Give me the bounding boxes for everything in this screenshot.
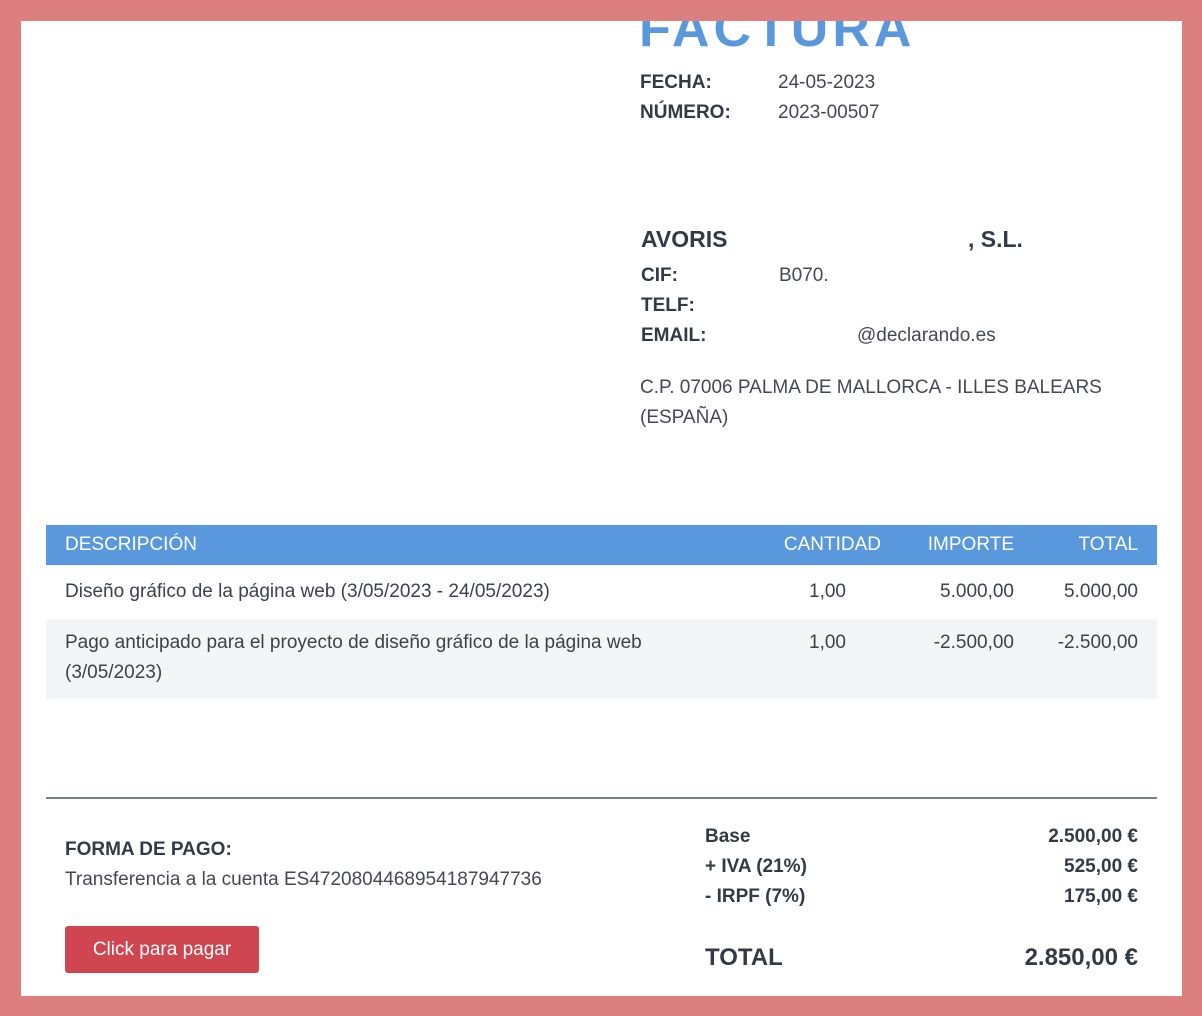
client-name-start: AVORIS	[641, 226, 728, 252]
date-value: 24-05-2023	[778, 72, 876, 93]
iva-label: + IVA (21%)	[705, 856, 807, 877]
base-label: Base	[705, 826, 751, 847]
row-total: -2.500,00	[1057, 632, 1138, 653]
line-items-table: DESCRIPCIÓN CANTIDAD IMPORTE TOTAL Diseñ…	[46, 525, 1157, 699]
invoice-title: FACTURA	[639, 21, 916, 58]
base-value: 2.500,00 €	[1048, 826, 1138, 847]
row-amount: 5.000,00	[940, 581, 1014, 602]
client-name-end: , S.L.	[968, 226, 1023, 252]
total-label: TOTAL	[705, 944, 783, 971]
email-value: @declarando.es	[857, 325, 996, 346]
column-header-quantity: CANTIDAD	[783, 534, 881, 555]
client-address: C.P. 07006 PALMA DE MALLORCA - ILLES BAL…	[640, 377, 1102, 428]
irpf-value: 175,00 €	[1064, 886, 1138, 907]
irpf-label: - IRPF (7%)	[705, 886, 806, 907]
cif-label: CIF:	[641, 265, 678, 286]
total-value: 2.850,00 €	[1024, 944, 1138, 971]
row-total: 5.000,00	[1064, 581, 1138, 602]
table-header: DESCRIPCIÓN CANTIDAD IMPORTE TOTAL	[46, 525, 1157, 565]
payment-method-text: Transferencia a la cuenta ES472080446895…	[65, 869, 542, 890]
number-label: NÚMERO:	[640, 102, 731, 123]
section-divider	[46, 797, 1157, 799]
row-quantity: 1,00	[809, 581, 846, 602]
row-amount: -2.500,00	[933, 632, 1014, 653]
invoice-sheet: FACTURA FECHA: 24-05-2023 NÚMERO: 2023-0…	[21, 21, 1182, 996]
email-label: EMAIL:	[641, 325, 707, 346]
cif-value: B070.	[779, 265, 829, 286]
column-header-description: DESCRIPCIÓN	[65, 534, 197, 555]
row-description: Diseño gráfico de la página web (3/05/20…	[65, 581, 550, 602]
column-header-total: TOTAL	[1078, 534, 1138, 555]
number-value: 2023-00507	[778, 102, 880, 123]
phone-label: TELF:	[641, 295, 695, 316]
payment-method-label: FORMA DE PAGO:	[65, 839, 232, 860]
pay-button[interactable]: Click para pagar	[65, 926, 259, 973]
table-row: Pago anticipado para el proyecto de dise…	[46, 619, 1157, 699]
row-quantity: 1,00	[809, 632, 846, 653]
row-description: Pago anticipado para el proyecto de dise…	[65, 632, 642, 683]
date-label: FECHA:	[640, 72, 712, 93]
table-row: Diseño gráfico de la página web (3/05/20…	[46, 565, 1157, 619]
column-header-amount: IMPORTE	[927, 534, 1014, 555]
iva-value: 525,00 €	[1064, 856, 1138, 877]
